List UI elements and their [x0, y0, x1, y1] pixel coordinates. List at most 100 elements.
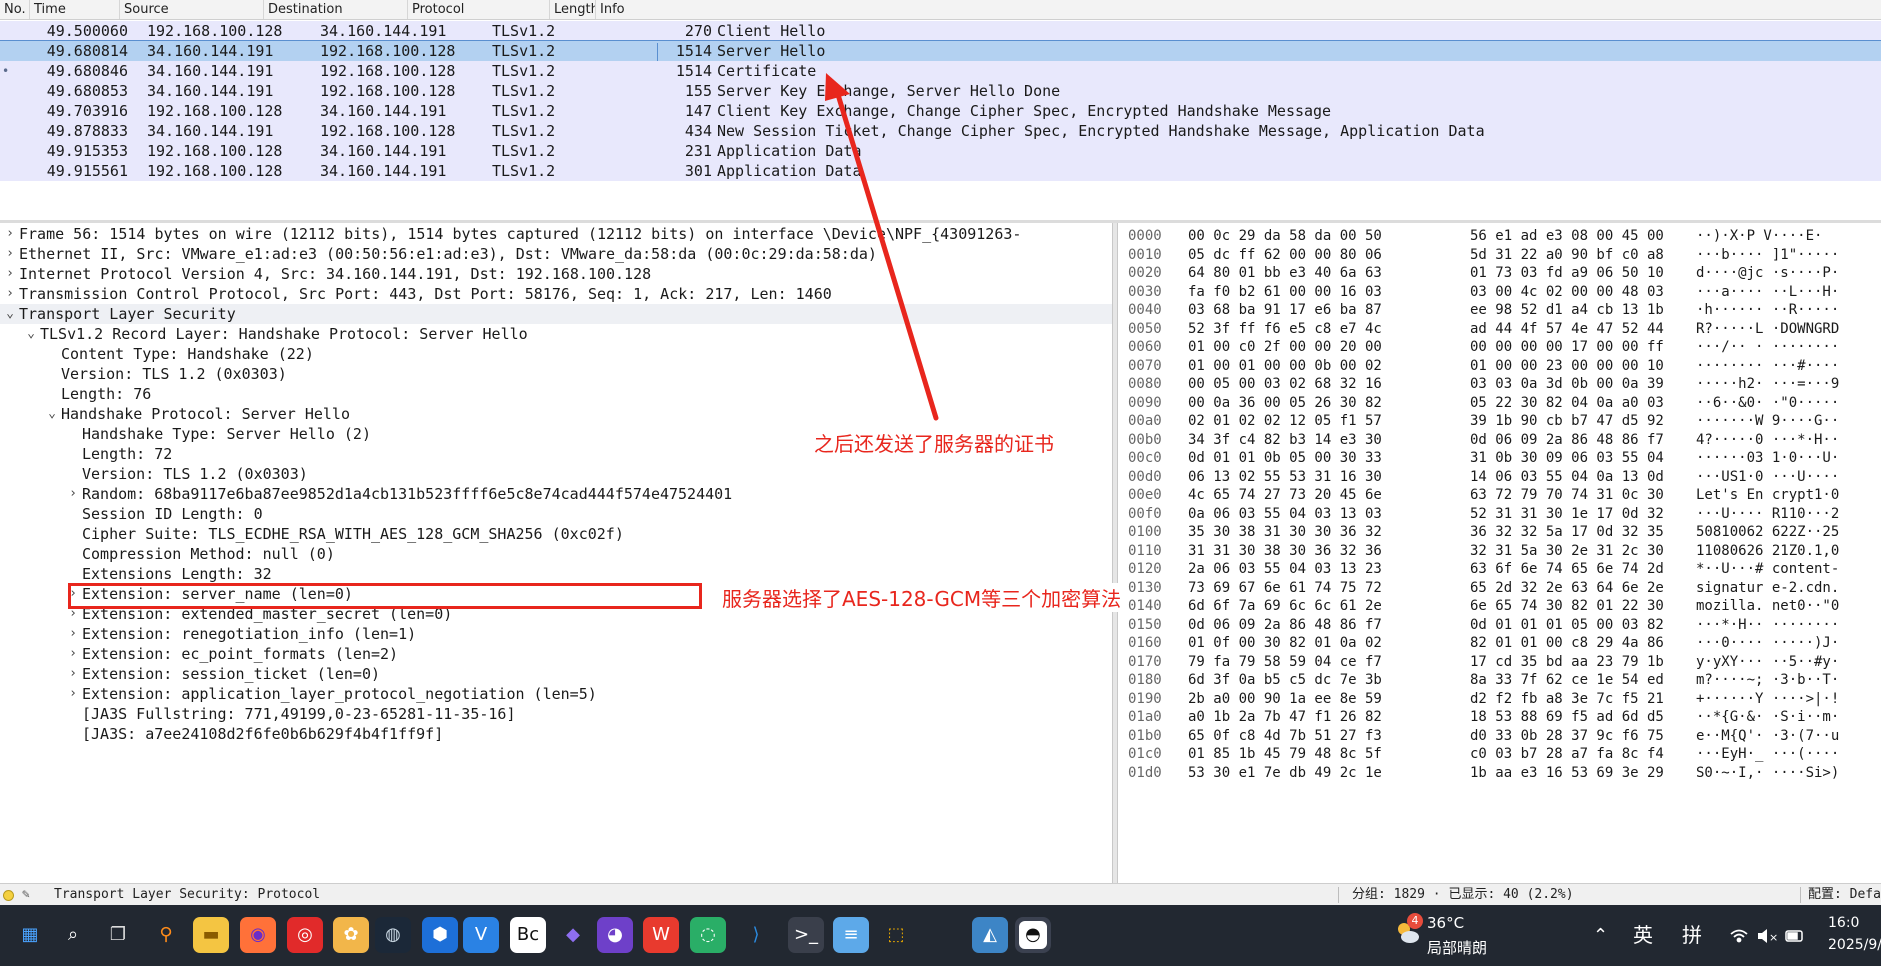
packet-row[interactable]: 49.680853 34.160.144.191 192.168.100.128 TL… — [0, 81, 1881, 101]
hex-row[interactable]: 0140 6d 6f 7a 69 6c 6c 61 2e 6e 65 74 30 8… — [1118, 597, 1881, 615]
col-length[interactable]: Length — [550, 0, 596, 19]
expand-arrow-icon[interactable]: › — [66, 644, 80, 664]
hex-row[interactable]: 01d0 53 30 e1 7e db 49 2c 1e 1b aa e3 16 5… — [1118, 764, 1881, 782]
netease-music-icon[interactable]: ◎ — [287, 917, 323, 953]
hex-row[interactable]: 00e0 4c 65 74 27 73 20 45 6e 63 72 79 70 7… — [1118, 486, 1881, 504]
detail-row[interactable]: Extensions Length: 32 — [0, 564, 1112, 584]
col-destination[interactable]: Destination — [264, 0, 408, 19]
hex-row[interactable]: 0090 00 0a 36 00 05 26 30 82 05 22 30 82 0… — [1118, 394, 1881, 412]
packet-row[interactable]: 49.680846 34.160.144.191 192.168.100.128 TL… — [0, 61, 1881, 81]
detail-row[interactable]: › Random: 68ba9117e6ba87ee9852d1a4cb131b5… — [0, 484, 1112, 504]
detail-row[interactable]: Version: TLS 1.2 (0x0303) — [0, 364, 1112, 384]
clock-date[interactable]: 2025/9/5 — [1828, 937, 1881, 953]
hex-row[interactable]: 0080 00 05 00 03 02 68 32 16 03 03 0a 3d 0… — [1118, 375, 1881, 393]
detail-row[interactable]: › Extension: ec_point_formats (len=2) — [0, 644, 1112, 664]
edit-comment-icon[interactable]: ✎ — [22, 884, 30, 906]
hex-row[interactable]: 0100 35 30 38 31 30 30 36 32 36 32 32 5a 1… — [1118, 523, 1881, 541]
hex-row[interactable]: 0070 01 00 01 00 00 0b 00 02 01 00 00 23 0… — [1118, 357, 1881, 375]
snip-icon[interactable]: ⬚ — [878, 917, 914, 953]
detail-row[interactable]: › Extension: session_ticket (len=0) — [0, 664, 1112, 684]
bc-icon[interactable]: Bc — [510, 917, 546, 953]
detail-row[interactable]: Version: TLS 1.2 (0x0303) — [0, 464, 1112, 484]
hex-row[interactable]: 0010 05 dc ff 62 00 00 80 06 5d 31 22 a0 9… — [1118, 246, 1881, 264]
wps-icon[interactable]: W — [643, 917, 679, 953]
packet-row[interactable]: 49.680814 34.160.144.191 192.168.100.128 TL… — [0, 40, 1881, 63]
start-icon[interactable]: ▦ — [12, 917, 48, 953]
detail-row[interactable]: › Internet Protocol Version 4, Src: 34.16… — [0, 264, 1112, 284]
col-time[interactable]: Time — [30, 0, 120, 19]
detail-row[interactable]: [JA3S: a7ee24108d2f6fe0b6b629f4b4f1ff9f] — [0, 724, 1112, 744]
expand-arrow-icon[interactable]: › — [66, 484, 80, 504]
hex-row[interactable]: 01c0 01 85 1b 45 79 48 8c 5f c0 03 b7 28 a… — [1118, 745, 1881, 763]
wireshark-icon[interactable]: ◭ — [972, 917, 1008, 953]
detail-row[interactable]: Session ID Length: 0 — [0, 504, 1112, 524]
detail-row[interactable]: › Ethernet II, Src: VMware_e1:ad:e3 (00:5… — [0, 244, 1112, 264]
task-view-icon[interactable]: ❐ — [100, 917, 136, 953]
expand-arrow-icon[interactable]: › — [3, 264, 17, 284]
steam-icon[interactable]: ◍ — [375, 917, 411, 953]
hex-row[interactable]: 00d0 06 13 02 55 53 31 16 30 14 06 03 55 0… — [1118, 468, 1881, 486]
col-protocol[interactable]: Protocol — [408, 0, 550, 19]
expert-info-icon[interactable] — [3, 890, 14, 901]
hex-row[interactable]: 00b0 34 3f c4 82 b3 14 e3 30 0d 06 09 2a 8… — [1118, 431, 1881, 449]
profile-label[interactable]: 配置: Defa — [1808, 884, 1881, 906]
expand-arrow-icon[interactable]: › — [66, 684, 80, 704]
vpn-icon[interactable]: ⬢ — [422, 917, 458, 953]
hex-row[interactable]: 0050 52 3f ff f6 e5 c8 e7 4c ad 44 4f 57 4… — [1118, 320, 1881, 338]
hex-row[interactable]: 0170 79 fa 79 58 59 04 ce f7 17 cd 35 bd a… — [1118, 653, 1881, 671]
hex-row[interactable]: 0000 00 0c 29 da 58 da 00 50 56 e1 ad e3 0… — [1118, 227, 1881, 245]
app-icon[interactable]: ✿ — [333, 917, 369, 953]
detail-row[interactable]: ⌄ Transport Layer Security — [0, 304, 1112, 324]
search-icon[interactable]: ⌕ — [55, 917, 91, 953]
expand-arrow-icon[interactable]: › — [3, 244, 17, 264]
col-source[interactable]: Source — [120, 0, 264, 19]
obsidian-icon[interactable]: ◆ — [555, 917, 591, 953]
collapse-arrow-icon[interactable]: ⌄ — [24, 324, 38, 344]
wechat-icon[interactable]: ◌ — [690, 917, 726, 953]
detail-row[interactable]: Content Type: Handshake (22) — [0, 344, 1112, 364]
hex-row[interactable]: 00f0 0a 06 03 55 04 03 13 03 52 31 31 30 1… — [1118, 505, 1881, 523]
packet-row[interactable]: 49.915353 192.168.100.128 34.160.144.191 TL… — [0, 141, 1881, 161]
hex-row[interactable]: 0150 0d 06 09 2a 86 48 86 f7 0d 01 01 01 0… — [1118, 616, 1881, 634]
file-explorer-icon[interactable]: ▬ — [193, 917, 229, 953]
hex-row[interactable]: 0030 fa f0 b2 61 00 00 16 03 03 00 4c 02 0… — [1118, 283, 1881, 301]
detail-row[interactable]: Compression Method: null (0) — [0, 544, 1112, 564]
hex-row[interactable]: 0060 01 00 c0 2f 00 00 20 00 00 00 00 00 1… — [1118, 338, 1881, 356]
hex-row[interactable]: 0020 64 80 01 bb e3 40 6a 63 01 73 03 fd a… — [1118, 264, 1881, 282]
everything-search-icon[interactable]: ⚲ — [148, 917, 184, 953]
v-app-icon[interactable]: V — [463, 917, 499, 953]
hex-row[interactable]: 0110 31 31 30 38 30 36 32 36 32 31 5a 30 2… — [1118, 542, 1881, 560]
collapse-arrow-icon[interactable]: ⌄ — [3, 304, 17, 324]
detail-row[interactable]: › Transmission Control Protocol, Src Port… — [0, 284, 1112, 304]
ime-mode[interactable]: 拼 — [1682, 905, 1702, 966]
detail-row[interactable]: › Extension: renegotiation_info (len=1) — [0, 624, 1112, 644]
notepad-icon[interactable]: ≡ — [833, 917, 869, 953]
vscode-icon[interactable]: ⟩ — [738, 917, 774, 953]
qq-icon[interactable]: ◓ — [1015, 917, 1051, 953]
hex-row[interactable]: 0180 6d 3f 0a b5 c5 dc 7e 3b 8a 33 7f 62 c… — [1118, 671, 1881, 689]
hex-row[interactable]: 0120 2a 06 03 55 04 03 13 23 63 6f 6e 74 6… — [1118, 560, 1881, 578]
expand-arrow-icon[interactable]: › — [66, 664, 80, 684]
col-info[interactable]: Info — [596, 0, 1881, 19]
expand-arrow-icon[interactable]: › — [66, 624, 80, 644]
hex-row[interactable]: 0040 03 68 ba 91 17 e6 ba 87 ee 98 52 d1 a… — [1118, 301, 1881, 319]
hex-row[interactable]: 0130 73 69 67 6e 61 74 75 72 65 2d 32 2e 6… — [1118, 579, 1881, 597]
ime-language[interactable]: 英 — [1633, 905, 1653, 966]
collapse-arrow-icon[interactable]: ⌄ — [45, 404, 59, 424]
packet-row[interactable]: 49.878833 34.160.144.191 192.168.100.128 TL… — [0, 121, 1881, 141]
system-tray[interactable]: × — [1728, 924, 1828, 948]
terminal-icon[interactable]: >_ — [788, 917, 824, 953]
expand-arrow-icon[interactable]: › — [3, 224, 17, 244]
firefox-icon[interactable]: ◉ — [240, 917, 276, 953]
packet-row[interactable]: 49.915561 192.168.100.128 34.160.144.191 TL… — [0, 161, 1881, 181]
hex-row[interactable]: 00c0 0d 01 01 0b 05 00 30 33 31 0b 30 09 0… — [1118, 449, 1881, 467]
hex-row[interactable]: 01a0 a0 1b 2a 7b 47 f1 26 82 18 53 88 69 f… — [1118, 708, 1881, 726]
hex-row[interactable]: 00a0 02 01 02 02 12 05 f1 57 39 1b 90 cb b… — [1118, 412, 1881, 430]
detail-row[interactable]: › Frame 56: 1514 bytes on wire (12112 bit… — [0, 224, 1112, 244]
tray-expand-icon[interactable]: ⌃ — [1593, 905, 1608, 966]
expand-arrow-icon[interactable]: › — [3, 284, 17, 304]
packet-row[interactable]: 49.500060 192.168.100.128 34.160.144.191 TL… — [0, 21, 1881, 41]
hex-row[interactable]: 0160 01 0f 00 30 82 01 0a 02 82 01 01 00 c… — [1118, 634, 1881, 652]
detail-row[interactable]: › Extension: application_layer_protocol_n… — [0, 684, 1112, 704]
packet-row[interactable]: 49.703916 192.168.100.128 34.160.144.191 TL… — [0, 101, 1881, 121]
